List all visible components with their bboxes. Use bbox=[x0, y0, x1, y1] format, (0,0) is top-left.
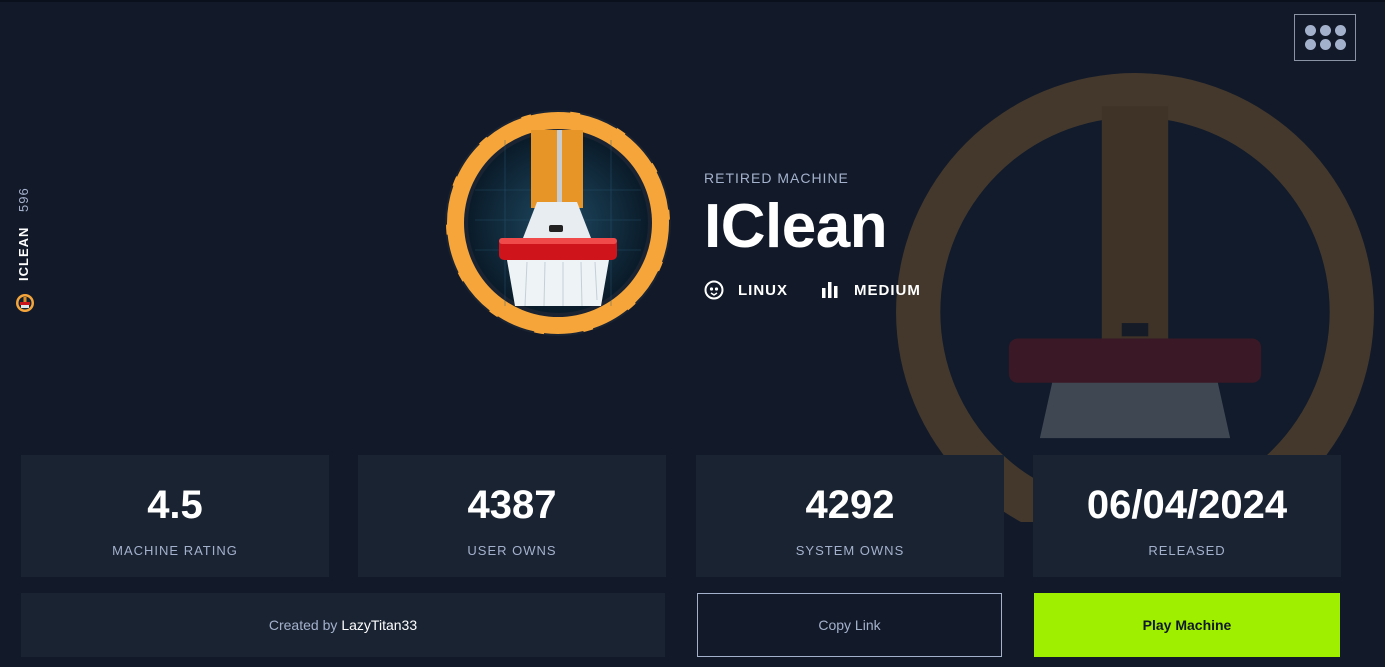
stat-card-released: 06/04/2024 RELEASED bbox=[1033, 455, 1341, 577]
machine-name-title: IClean bbox=[704, 192, 888, 261]
machine-tags: LINUX MEDIUM bbox=[704, 280, 953, 300]
linux-penguin-icon bbox=[704, 280, 724, 300]
creator-link[interactable]: LazyTitan33 bbox=[341, 617, 417, 633]
difficulty-label: MEDIUM bbox=[854, 281, 921, 299]
os-label: LINUX bbox=[738, 281, 788, 299]
grid-menu-icon-dot bbox=[1304, 39, 1316, 50]
bar-chart-icon bbox=[820, 280, 840, 300]
side-machine-label: ICLEAN 596 bbox=[14, 185, 36, 315]
play-machine-button[interactable]: Play Machine bbox=[1034, 593, 1340, 657]
grid-menu-icon-dot bbox=[1319, 39, 1331, 50]
grid-menu-icon-dot bbox=[1334, 25, 1346, 36]
stat-value: 06/04/2024 bbox=[1086, 483, 1288, 527]
copy-link-button[interactable]: Copy Link bbox=[697, 593, 1002, 657]
machine-avatar-icon bbox=[15, 293, 35, 313]
machine-status-kicker: RETIRED MACHINE bbox=[704, 170, 849, 186]
background-logo-watermark bbox=[885, 62, 1385, 522]
stat-value: 4387 bbox=[467, 483, 557, 527]
stat-card-user-owns: 4387 USER OWNS bbox=[358, 455, 666, 577]
grid-menu-button[interactable] bbox=[1294, 14, 1356, 61]
stat-card-system-owns: 4292 SYSTEM OWNS bbox=[696, 455, 1004, 577]
stat-label: SYSTEM OWNS bbox=[795, 543, 905, 558]
machine-info: RETIRED MACHINE IClean LINUX MEDIUM bbox=[704, 170, 953, 300]
side-machine-name: ICLEAN bbox=[16, 226, 31, 281]
grid-menu-icon-dot bbox=[1334, 39, 1346, 50]
stat-label: RELEASED bbox=[1148, 543, 1226, 558]
created-by-label: Created by bbox=[268, 617, 338, 633]
stat-value: 4.5 bbox=[147, 483, 203, 527]
grid-menu-icon-dot bbox=[1304, 25, 1316, 36]
grid-menu-icon-dot bbox=[1319, 25, 1331, 36]
stat-value: 4292 bbox=[805, 483, 895, 527]
machine-logo bbox=[445, 110, 671, 336]
difficulty-tag: MEDIUM bbox=[820, 280, 921, 300]
side-machine-id: 596 bbox=[16, 187, 31, 212]
creator-info: Created by LazyTitan33 bbox=[21, 593, 665, 657]
stat-label: USER OWNS bbox=[467, 543, 557, 558]
stat-card-rating: 4.5 MACHINE RATING bbox=[21, 455, 329, 577]
os-tag: LINUX bbox=[704, 280, 788, 300]
stat-label: MACHINE RATING bbox=[112, 543, 238, 558]
